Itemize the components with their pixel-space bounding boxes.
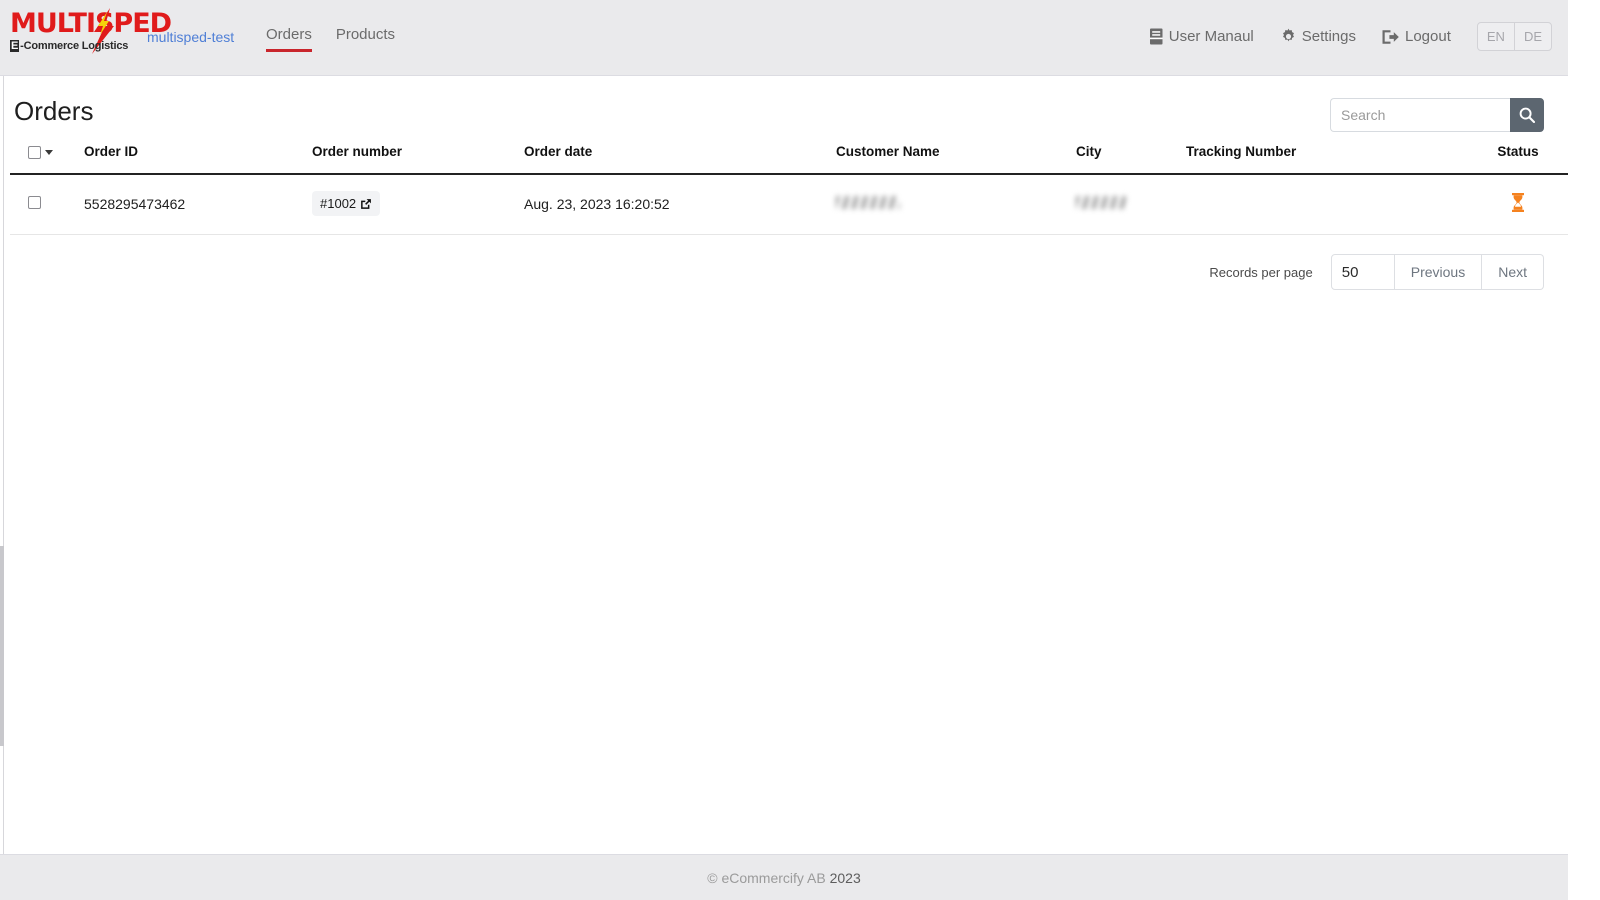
- records-per-page-label: Records per page: [1209, 264, 1313, 280]
- order-number-label: #1002: [320, 196, 357, 211]
- orders-table-body: 5528295473462 #1002 Aug. 23, 2023 16:20:…: [10, 174, 1568, 235]
- previous-page-button[interactable]: Previous: [1394, 254, 1483, 290]
- header-select-all: [10, 138, 84, 175]
- header-order-id[interactable]: Order ID: [84, 138, 312, 175]
- chevron-down-icon[interactable]: [45, 150, 53, 155]
- redacted-city: [1076, 195, 1126, 209]
- top-navbar: MULTISPED E -Commerce Logistics multisped…: [0, 0, 1568, 76]
- external-link-icon: [361, 198, 372, 209]
- page-scrollbar[interactable]: [0, 76, 4, 900]
- logo-tagline-text: -Commerce Logistics: [20, 40, 129, 52]
- settings-label: Settings: [1301, 28, 1356, 45]
- cell-customer-name: [836, 174, 1076, 235]
- book-icon: [1149, 28, 1164, 45]
- page-footer: © eCommercify AB 2023: [0, 854, 1568, 900]
- row-select-cell: [10, 174, 84, 235]
- search-bar: [1330, 98, 1544, 132]
- cell-tracking-number: [1186, 174, 1458, 235]
- orders-table: Order ID Order number Order date Custome…: [10, 138, 1568, 235]
- header-tracking-number[interactable]: Tracking Number: [1186, 138, 1458, 175]
- page-title: Orders: [14, 96, 94, 126]
- lang-en-button[interactable]: EN: [1478, 23, 1514, 50]
- footer-year: 2023: [829, 869, 861, 886]
- sign-out-icon: [1382, 29, 1400, 45]
- row-checkbox[interactable]: [28, 195, 41, 209]
- redacted-customer-name: [836, 195, 900, 209]
- settings-action[interactable]: Settings: [1280, 28, 1356, 45]
- header-order-date[interactable]: Order date: [524, 138, 836, 175]
- gear-icon: [1280, 28, 1297, 45]
- copyright-symbol: ©: [707, 869, 718, 886]
- cell-order-number: #1002: [312, 174, 524, 235]
- header-status[interactable]: Status: [1458, 138, 1568, 175]
- header-order-number[interactable]: Order number: [312, 138, 524, 175]
- header-customer-name[interactable]: Customer Name: [836, 138, 1076, 175]
- next-page-button[interactable]: Next: [1482, 254, 1544, 290]
- records-per-page-input[interactable]: [1330, 254, 1395, 290]
- logout-label: Logout: [1404, 28, 1451, 45]
- select-all-checkbox[interactable]: [28, 146, 41, 159]
- pagination-bar: Records per page Previous Next: [10, 254, 1544, 290]
- search-input[interactable]: [1330, 98, 1510, 132]
- table-header-row: Order ID Order number Order date Custome…: [10, 138, 1568, 175]
- hourglass-icon: [1512, 192, 1524, 212]
- logo-tagline: E -Commerce Logistics: [10, 40, 128, 52]
- user-manual-label: User Manaul: [1168, 28, 1254, 45]
- cell-status: [1458, 174, 1568, 235]
- app-viewport: MULTISPED E -Commerce Logistics multisped…: [0, 0, 1568, 900]
- user-manual-action[interactable]: User Manaul: [1149, 28, 1254, 45]
- tab-products[interactable]: Products: [336, 26, 395, 52]
- cell-order-date: Aug. 23, 2023 16:20:52: [524, 174, 836, 235]
- header-city[interactable]: City: [1076, 138, 1186, 175]
- logout-action[interactable]: Logout: [1382, 28, 1451, 45]
- page-header: Orders: [10, 76, 1544, 138]
- language-switcher: EN DE: [1476, 22, 1552, 51]
- cell-city: [1076, 174, 1186, 235]
- order-number-badge[interactable]: #1002: [312, 191, 381, 216]
- table-row[interactable]: 5528295473462 #1002 Aug. 23, 2023 16:20:…: [10, 174, 1568, 235]
- multisped-logo[interactable]: MULTISPED E -Commerce Logistics: [8, 8, 172, 58]
- page-scrollbar-thumb[interactable]: [0, 546, 4, 746]
- page-content: Orders Search Order ID Order number Orde…: [0, 76, 1568, 290]
- lang-de-button[interactable]: DE: [1513, 23, 1551, 50]
- cell-order-id: 5528295473462: [84, 174, 312, 235]
- navbar-actions: User Manaul Settings Logout EN DE: [1149, 22, 1552, 51]
- search-icon: [1519, 107, 1535, 123]
- tenant-link[interactable]: multisped-test: [147, 29, 234, 45]
- pagination-controls: Previous Next: [1330, 254, 1544, 290]
- orders-table-head: Order ID Order number Order date Custome…: [10, 138, 1568, 175]
- tab-orders[interactable]: Orders: [266, 26, 312, 52]
- main-nav-tabs: Orders Products: [266, 26, 395, 52]
- search-button[interactable]: [1510, 98, 1544, 132]
- footer-copyright: © eCommercify AB 2023: [707, 870, 861, 886]
- logo-e-badge: E: [10, 40, 20, 52]
- footer-company: eCommercify AB: [721, 869, 826, 886]
